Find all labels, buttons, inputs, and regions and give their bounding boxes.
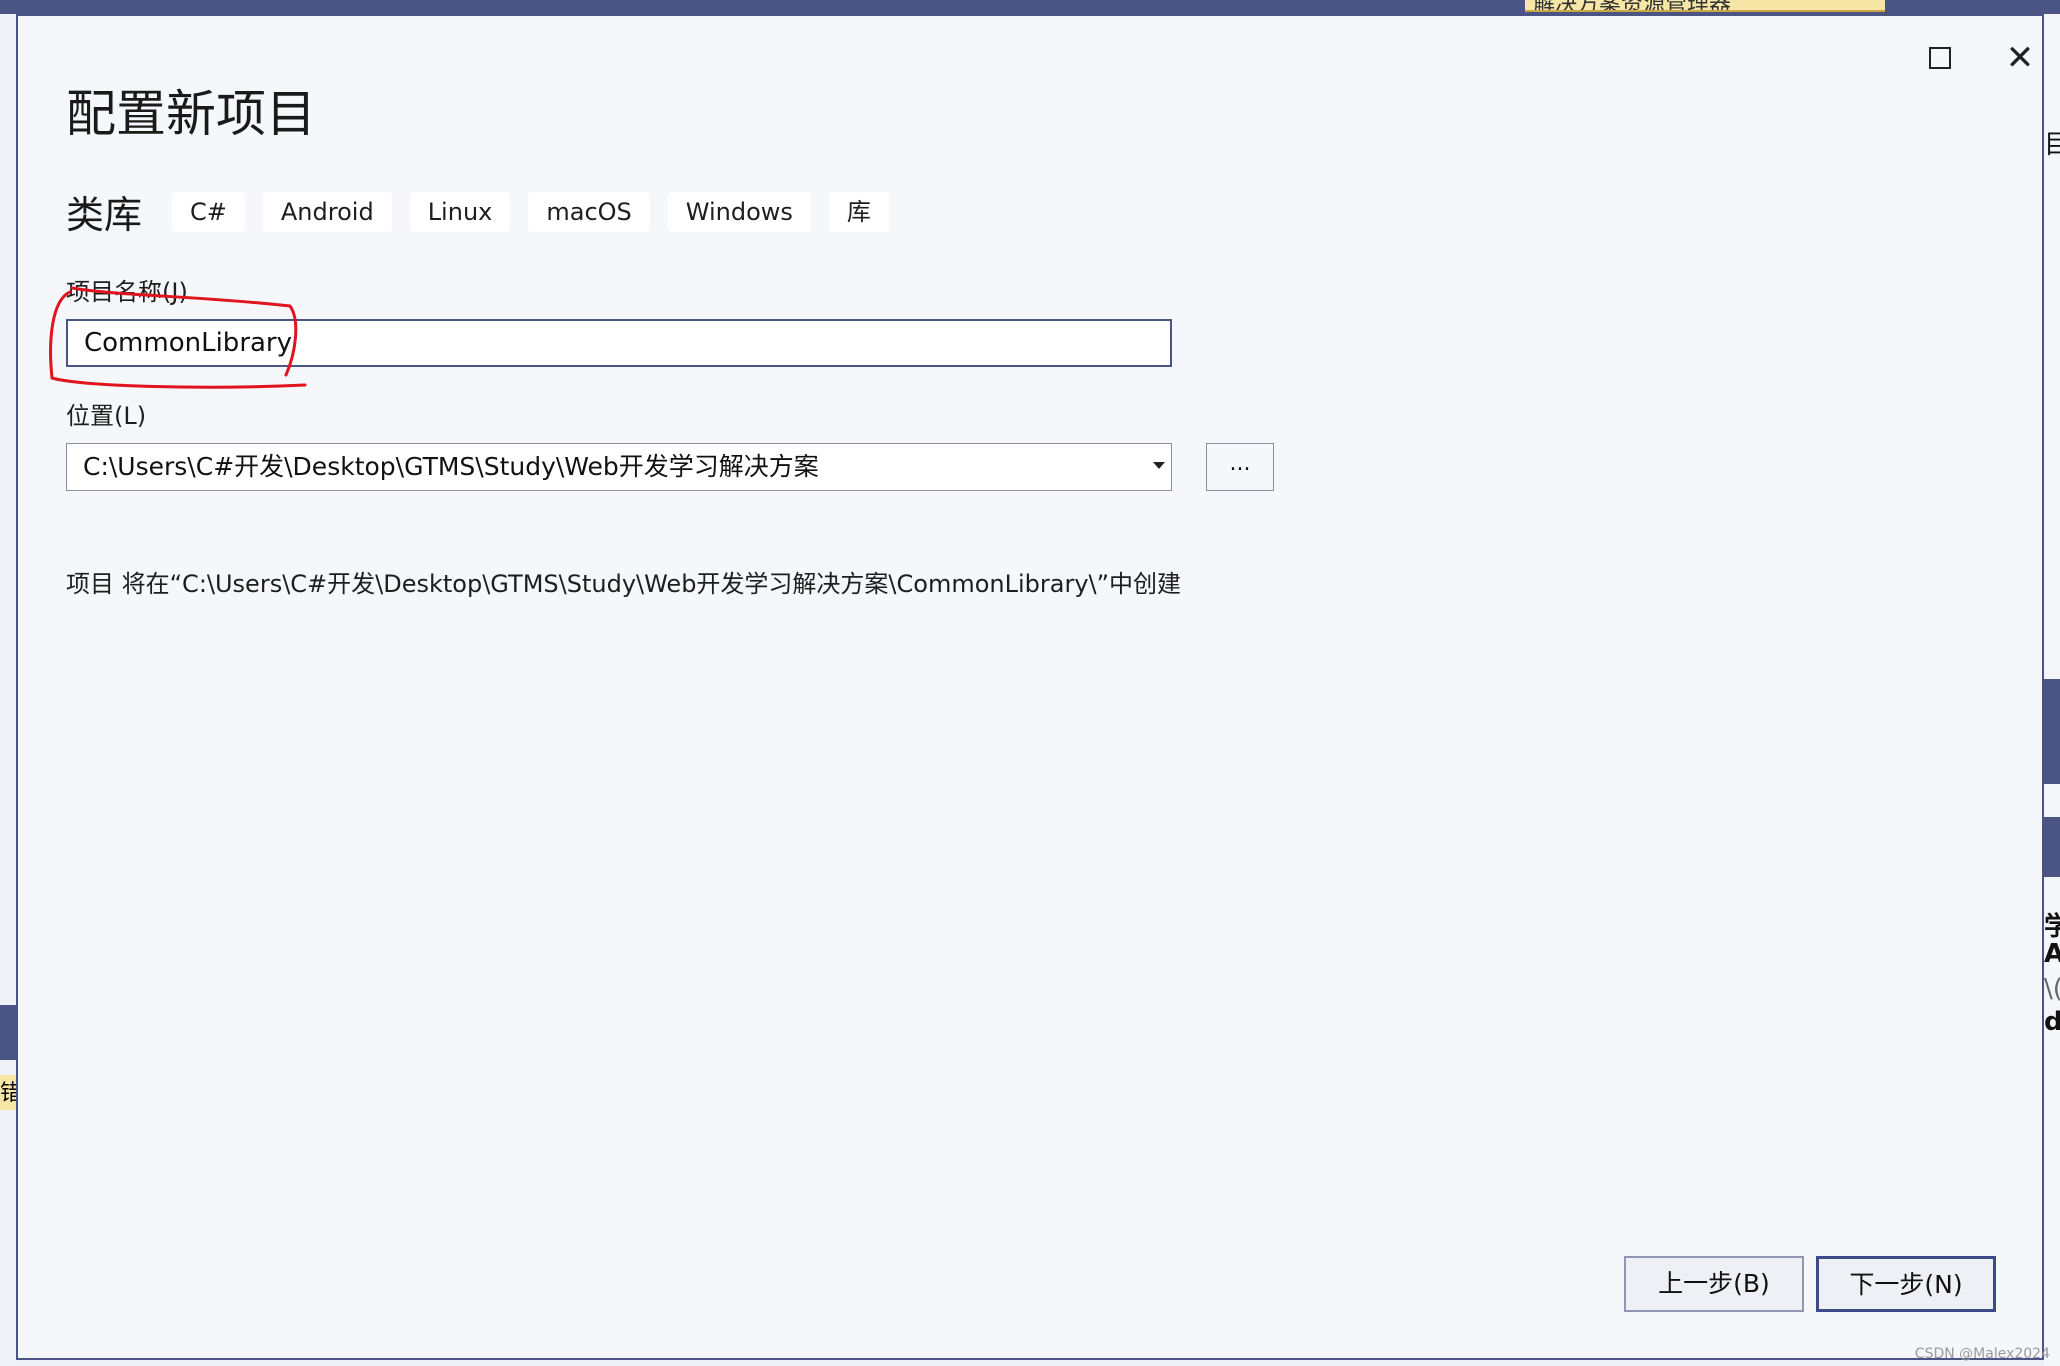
tag-linux: Linux <box>409 191 511 232</box>
solution-explorer-tab[interactable]: 解决方案资源管理器 <box>1525 0 1885 12</box>
maximize-icon <box>1929 47 1951 69</box>
ide-right-snippet: dy <box>2044 1007 2060 1037</box>
location-value: C:\Users\C#开发\Desktop\GTMS\Study\Web开发学习… <box>83 452 819 481</box>
screen: 解决方案资源管理器 错 目 学 Ar \( dy ✕ 配置新项目 类库 C# A… <box>0 0 2060 1366</box>
browse-button[interactable]: ... <box>1206 443 1274 491</box>
tag-library: 库 <box>828 191 889 232</box>
ide-left-snippet: 错 <box>0 1075 16 1110</box>
back-button[interactable]: 上一步(B) <box>1624 1256 1804 1312</box>
project-name-label: 项目名称(J) <box>66 278 188 306</box>
project-type-row: 类库 C# Android Linux macOS Windows 库 <box>66 184 907 239</box>
ide-left-panel-header <box>0 1005 16 1060</box>
project-path-hint: 项目 将在“C:\Users\C#开发\Desktop\GTMS\Study\W… <box>66 570 1182 598</box>
configure-project-dialog: ✕ 配置新项目 类库 C# Android Linux macOS Window… <box>16 14 2044 1360</box>
dialog-title: 配置新项目 <box>66 85 316 143</box>
close-button[interactable]: ✕ <box>1990 34 2050 82</box>
tag-macos: macOS <box>528 191 650 232</box>
watermark: CSDN @Malex2024 <box>1914 1346 2050 1362</box>
location-dropdown[interactable]: C:\Users\C#开发\Desktop\GTMS\Study\Web开发学习… <box>66 443 1172 491</box>
maximize-button[interactable] <box>1910 34 1970 82</box>
project-type-name: 类库 <box>66 193 143 237</box>
tag-android: Android <box>262 191 392 232</box>
tag-windows: Windows <box>667 191 811 232</box>
ide-right-snippet: 目 <box>2044 130 2060 160</box>
next-button[interactable]: 下一步(N) <box>1816 1256 1996 1312</box>
ide-right-snippet: Ar <box>2044 939 2060 969</box>
ide-right-panel-header <box>2044 679 2060 784</box>
ide-right-snippet: \( <box>2044 974 2060 1004</box>
ide-right-panel-header-2 <box>2044 817 2060 877</box>
ide-left-edge <box>0 14 16 1366</box>
ide-right-snippet: 学 <box>2044 912 2060 942</box>
project-name-input[interactable] <box>66 319 1172 367</box>
ide-right-edge: 目 学 Ar \( dy <box>2044 14 2060 1366</box>
chevron-down-icon[interactable] <box>1153 462 1165 469</box>
close-icon: ✕ <box>2005 38 2035 78</box>
tag-csharp: C# <box>172 191 245 232</box>
location-label: 位置(L) <box>66 402 147 430</box>
